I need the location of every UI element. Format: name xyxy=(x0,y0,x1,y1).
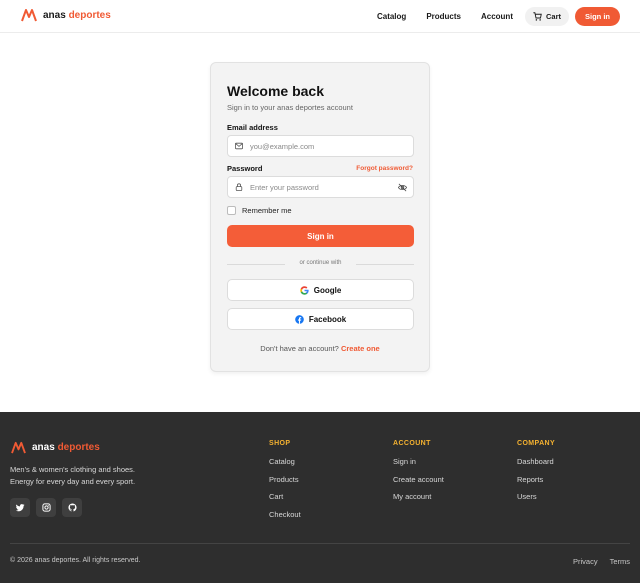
main-nav: Catalog Products Account Cart Sign in xyxy=(377,7,620,26)
footer-account-column: ACCOUNT Sign in Create account My accoun… xyxy=(393,440,444,510)
login-card: Welcome back Sign in to your anas deport… xyxy=(210,62,430,372)
remember-label: Remember me xyxy=(242,206,292,215)
social-links xyxy=(10,498,88,517)
password-placeholder: Enter your password xyxy=(250,182,319,192)
nav-products[interactable]: Products xyxy=(426,12,461,21)
nav-catalog[interactable]: Catalog xyxy=(377,12,406,21)
footer-company-column: COMPANY Dashboard Reports Users xyxy=(517,440,555,510)
cart-label: Cart xyxy=(545,12,561,21)
forgot-password-link[interactable]: Forgot password? xyxy=(356,165,413,172)
footer-company-heading: COMPANY xyxy=(517,440,556,447)
footer-brand-name: anas deportes xyxy=(32,442,100,453)
twitter-icon xyxy=(15,504,25,512)
instagram-icon xyxy=(41,503,51,512)
logo-mark-icon xyxy=(11,441,26,454)
google-icon xyxy=(299,285,309,295)
footer-divider xyxy=(10,543,630,544)
twitter-button[interactable] xyxy=(10,498,30,517)
cart-button[interactable]: Cart xyxy=(524,7,569,26)
password-field[interactable]: Enter your password xyxy=(227,176,414,198)
mail-icon xyxy=(235,142,243,150)
legal-links: Privacy Terms xyxy=(561,557,630,566)
remember-checkbox[interactable] xyxy=(227,206,236,215)
footer-shop-column: SHOP Catalog Products Cart Checkout xyxy=(269,440,301,527)
nav-account[interactable]: Account xyxy=(481,12,513,21)
footer-link-create-account[interactable]: Create account xyxy=(393,475,444,493)
facebook-signin-button[interactable]: Facebook xyxy=(227,308,414,330)
lock-icon xyxy=(235,183,243,191)
divider: or continue with xyxy=(227,260,414,268)
top-navbar: anas deportes Catalog Products Account C… xyxy=(0,0,640,33)
footer-link-cart[interactable]: Cart xyxy=(269,492,301,510)
footer-link-checkout[interactable]: Checkout xyxy=(269,510,301,528)
terms-link[interactable]: Terms xyxy=(610,557,630,566)
footer-link-dashboard[interactable]: Dashboard xyxy=(517,457,555,475)
footer-link-catalog[interactable]: Catalog xyxy=(269,457,301,475)
google-label: Google xyxy=(313,285,342,295)
email-field[interactable]: you@example.com xyxy=(227,135,414,157)
header-signin-button[interactable]: Sign in xyxy=(575,7,620,26)
footer-tagline: Men's & women's clothing and shoes. Ener… xyxy=(10,464,135,488)
tagline-line-2: Energy for every day and every sport. xyxy=(10,477,136,486)
github-icon xyxy=(67,503,77,512)
footer-link-users[interactable]: Users xyxy=(517,492,555,510)
tagline-line-1: Men's & women's clothing and shoes. xyxy=(10,465,136,474)
email-label: Email address xyxy=(227,123,278,132)
facebook-label: Facebook xyxy=(308,314,347,324)
page-title: Welcome back xyxy=(227,83,325,99)
page-subtitle: Sign in to your anas deportes account xyxy=(227,103,353,112)
footer-link-signin[interactable]: Sign in xyxy=(393,457,444,475)
password-label: Password xyxy=(227,164,263,173)
signin-button[interactable]: Sign in xyxy=(227,225,414,247)
footer-shop-heading: SHOP xyxy=(269,440,291,447)
instagram-button[interactable] xyxy=(36,498,56,517)
create-account-link[interactable]: Create one xyxy=(341,344,380,353)
footer-link-my-account[interactable]: My account xyxy=(393,492,444,510)
footer-account-heading: ACCOUNT xyxy=(393,440,431,447)
logo-mark-icon xyxy=(21,9,37,22)
github-button[interactable] xyxy=(62,498,82,517)
footer-link-products[interactable]: Products xyxy=(269,475,301,493)
footer: anas deportes Men's & women's clothing a… xyxy=(0,412,640,583)
remember-me[interactable]: Remember me xyxy=(227,206,292,215)
footer-link-reports[interactable]: Reports xyxy=(517,475,555,493)
eye-off-icon[interactable] xyxy=(398,183,407,192)
privacy-link[interactable]: Privacy xyxy=(573,557,598,566)
brand-name: anas deportes xyxy=(43,9,111,21)
copyright: © 2026 anas deportes. All rights reserve… xyxy=(10,557,141,564)
no-account-text: Don't have an account? xyxy=(260,344,339,353)
signup-prompt: Don't have an account? Create one xyxy=(211,344,429,353)
divider-line-right xyxy=(356,264,414,265)
brand-logo[interactable]: anas deportes xyxy=(21,8,111,22)
divider-text: or continue with xyxy=(299,260,342,266)
footer-logo[interactable]: anas deportes xyxy=(11,441,100,454)
cart-icon xyxy=(533,12,542,21)
google-signin-button[interactable]: Google xyxy=(227,279,414,301)
facebook-icon xyxy=(295,314,304,324)
email-placeholder: you@example.com xyxy=(250,141,315,151)
